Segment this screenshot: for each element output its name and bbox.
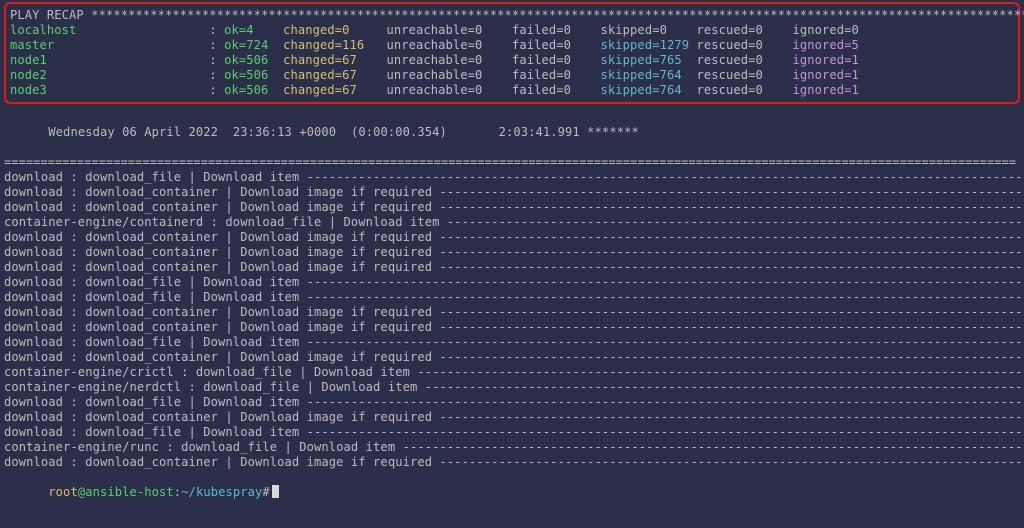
log-line: download : download_container | Download… — [4, 350, 1020, 365]
log-line: download : download_container | Download… — [4, 185, 1020, 200]
recap-row-localhost: localhost : ok=4 changed=0 unreachable=0… — [10, 23, 1014, 38]
shell-prompt[interactable]: root@ansible-host:~/kubespray# — [4, 470, 1020, 515]
recap-row-node1: node1 : ok=506 changed=67 unreachable=0 … — [10, 53, 1014, 68]
divider: ========================================… — [4, 155, 1020, 170]
log-line: container-engine/containerd : download_f… — [4, 215, 1020, 230]
log-line: download : download_container | Download… — [4, 200, 1020, 215]
log-line: download : download_file | Download item… — [4, 275, 1020, 290]
log-line: download : download_file | Download item… — [4, 170, 1020, 185]
prompt-symbol: # — [262, 485, 269, 499]
recap-row-node2: node2 : ok=506 changed=67 unreachable=0 … — [10, 68, 1014, 83]
log-line: container-engine/crictl : download_file … — [4, 365, 1020, 380]
log-line: download : download_file | Download item… — [4, 395, 1020, 410]
log-line: download : download_container | Download… — [4, 305, 1020, 320]
prompt-path: ~/kubespray — [181, 485, 262, 499]
log-line: download : download_container | Download… — [4, 410, 1020, 425]
timing-line: Wednesday 06 April 2022 23:36:13 +0000 (… — [4, 110, 1020, 155]
log-line: download : download_file | Download item… — [4, 335, 1020, 350]
log-line: download : download_container | Download… — [4, 230, 1020, 245]
cursor-icon — [272, 485, 279, 498]
log-line: container-engine/runc : download_file | … — [4, 440, 1020, 455]
log-line: download : download_container | Download… — [4, 320, 1020, 335]
recap-row-node3: node3 : ok=506 changed=67 unreachable=0 … — [10, 83, 1014, 98]
prompt-user: root — [48, 485, 78, 499]
play-recap-header: PLAY RECAP *****************************… — [10, 8, 1014, 23]
play-recap-box: PLAY RECAP *****************************… — [4, 2, 1020, 104]
log-line: download : download_container | Download… — [4, 455, 1020, 470]
log-line: container-engine/nerdctl : download_file… — [4, 380, 1020, 395]
play-recap-title: PLAY RECAP — [10, 8, 84, 22]
log-line: download : download_file | Download item… — [4, 290, 1020, 305]
recap-row-master: master : ok=724 changed=116 unreachable=… — [10, 38, 1014, 53]
log-line: download : download_container | Download… — [4, 260, 1020, 275]
log-line: download : download_file | Download item… — [4, 425, 1020, 440]
log-line: download : download_container | Download… — [4, 245, 1020, 260]
task-timing-list: download : download_file | Download item… — [4, 170, 1020, 470]
prompt-host: ansible-host — [85, 485, 174, 499]
